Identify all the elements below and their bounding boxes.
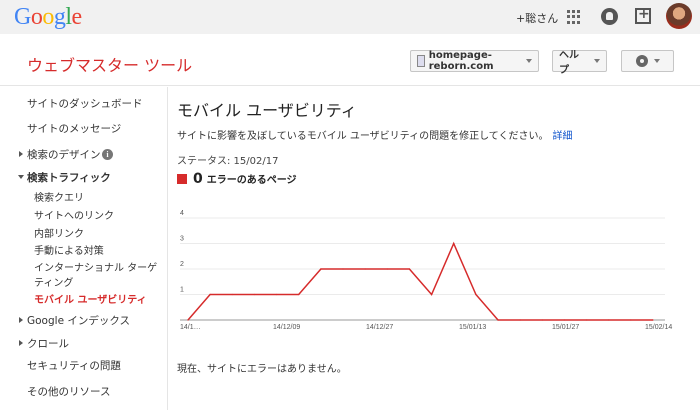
sidebar-item-manual-actions[interactable]: 手動による対策	[34, 242, 104, 257]
share-plus-icon[interactable]	[635, 6, 651, 24]
page-description: サイトに影響を及ぼしているモバイル ユーザビリティの問題を修正してください。 詳細	[177, 127, 572, 142]
legend-swatch	[177, 174, 187, 184]
notifications-bell-icon[interactable]	[601, 8, 618, 25]
x-tick-label: 14/12/27	[366, 324, 393, 331]
sidebar-item-google-index[interactable]: Google インデックス	[27, 313, 130, 328]
site-icon	[417, 55, 425, 67]
data-point	[563, 319, 566, 321]
data-point	[608, 319, 610, 321]
logo-letter: g	[53, 4, 66, 30]
avatar[interactable]	[666, 3, 692, 29]
chevron-down-icon	[526, 59, 532, 63]
y-tick-label: 3	[180, 236, 184, 243]
sidebar-item-international-targeting-cont[interactable]: ティング	[34, 274, 73, 289]
x-tick-label: 15/01/27	[552, 324, 579, 331]
data-point	[430, 293, 433, 296]
data-point	[408, 268, 411, 270]
y-tick-label: 1	[180, 287, 184, 294]
data-point	[209, 293, 211, 296]
logo-letter: o	[30, 4, 43, 30]
logo-letter: e	[71, 4, 83, 30]
data-point	[342, 268, 344, 270]
help-button[interactable]: ヘルプ	[552, 50, 607, 76]
data-point	[519, 319, 521, 321]
sidebar-item-search-traffic[interactable]: 検索トラフィック	[27, 170, 111, 185]
data-point	[386, 268, 388, 270]
data-point	[364, 268, 366, 270]
google-logo[interactable]: Google	[14, 4, 82, 31]
gear-icon	[635, 55, 648, 67]
help-button-label: ヘルプ	[559, 50, 579, 76]
sidebar-item-crawl[interactable]: クロール	[27, 336, 69, 351]
settings-button[interactable]	[621, 50, 674, 72]
data-point	[652, 319, 654, 321]
data-point	[275, 293, 278, 296]
site-select[interactable]: homepage-reborn.com	[410, 50, 539, 72]
expand-arrow-icon[interactable]	[19, 151, 23, 157]
sidebar-item-dashboard[interactable]: サイトのダッシュボード	[27, 96, 143, 111]
chevron-down-icon	[653, 59, 660, 63]
sidebar: サイトのダッシュボード サイトのメッセージ 検索のデザイン i 検索トラフィック…	[0, 87, 168, 410]
data-point	[497, 319, 499, 321]
sidebar-item-mobile-usability[interactable]: モバイル ユーザビリティ	[34, 291, 147, 306]
sidebar-item-other-resources[interactable]: その他のリソース	[27, 384, 110, 399]
sidebar-item-security-issues[interactable]: セキュリティの問題	[27, 358, 121, 373]
chevron-down-icon	[594, 59, 600, 63]
error-count: 0	[193, 171, 203, 187]
site-select-label: homepage-reborn.com	[428, 50, 494, 72]
google-bar: Google +聡さん	[0, 0, 700, 34]
sidebar-item-links-to-site[interactable]: サイトへのリンク	[34, 207, 114, 222]
x-tick-label: 15/02/14	[645, 324, 672, 331]
info-icon[interactable]: i	[102, 149, 113, 160]
series-line	[187, 241, 653, 321]
chart-legend[interactable]: 0 エラーのあるページ	[177, 171, 297, 187]
data-point	[453, 242, 455, 245]
x-tick-label: 15/01/13	[459, 324, 486, 331]
user-name-link[interactable]: +聡さん	[516, 10, 558, 26]
expand-arrow-icon[interactable]	[19, 340, 23, 346]
details-link[interactable]: 詳細	[552, 131, 572, 142]
data-point	[187, 319, 189, 321]
expand-arrow-icon[interactable]	[19, 317, 23, 323]
legend-label: エラーのあるページ	[206, 175, 297, 186]
mobile-usability-chart: 1 2 3 4 14/1… 14/12/09 14/12/27 15/01/13 15/01/2…	[180, 210, 672, 331]
data-point	[231, 293, 233, 296]
y-tick-label: 2	[180, 261, 184, 268]
sidebar-item-international-targeting[interactable]: インターナショナル ターゲ	[34, 259, 157, 274]
app-header: ウェブマスター ツール homepage-reborn.com ヘルプ	[0, 34, 700, 86]
x-tick-label: 14/12/09	[273, 324, 300, 331]
data-point	[541, 319, 543, 321]
sidebar-item-search-appearance[interactable]: 検索のデザイン	[27, 147, 101, 162]
sidebar-item-search-queries[interactable]: 検索クエリ	[34, 189, 84, 204]
page-title: モバイル ユーザビリティ	[177, 101, 357, 120]
data-point	[630, 319, 632, 321]
sidebar-item-internal-links[interactable]: 内部リンク	[34, 225, 84, 240]
collapse-arrow-icon[interactable]	[18, 175, 24, 179]
data-point	[253, 293, 256, 296]
data-point	[320, 268, 322, 270]
x-tick-label: 14/1…	[180, 324, 201, 331]
logo-letter: G	[14, 4, 31, 30]
sidebar-item-messages[interactable]: サイトのメッセージ	[27, 121, 121, 136]
data-point	[585, 319, 588, 321]
data-point	[475, 293, 477, 296]
apps-grid-icon[interactable]	[567, 10, 581, 24]
description-text: サイトに影響を及ぼしているモバイル ユーザビリティの問題を修正してください。	[177, 131, 549, 142]
status-text: ステータス: 15/02/17	[177, 156, 279, 167]
logo-letter: o	[42, 4, 54, 30]
data-point	[298, 293, 300, 296]
app-title[interactable]: ウェブマスター ツール	[27, 52, 192, 76]
status-message: 現在、サイトにエラーはありません。	[177, 364, 347, 375]
y-tick-label: 4	[180, 210, 184, 217]
